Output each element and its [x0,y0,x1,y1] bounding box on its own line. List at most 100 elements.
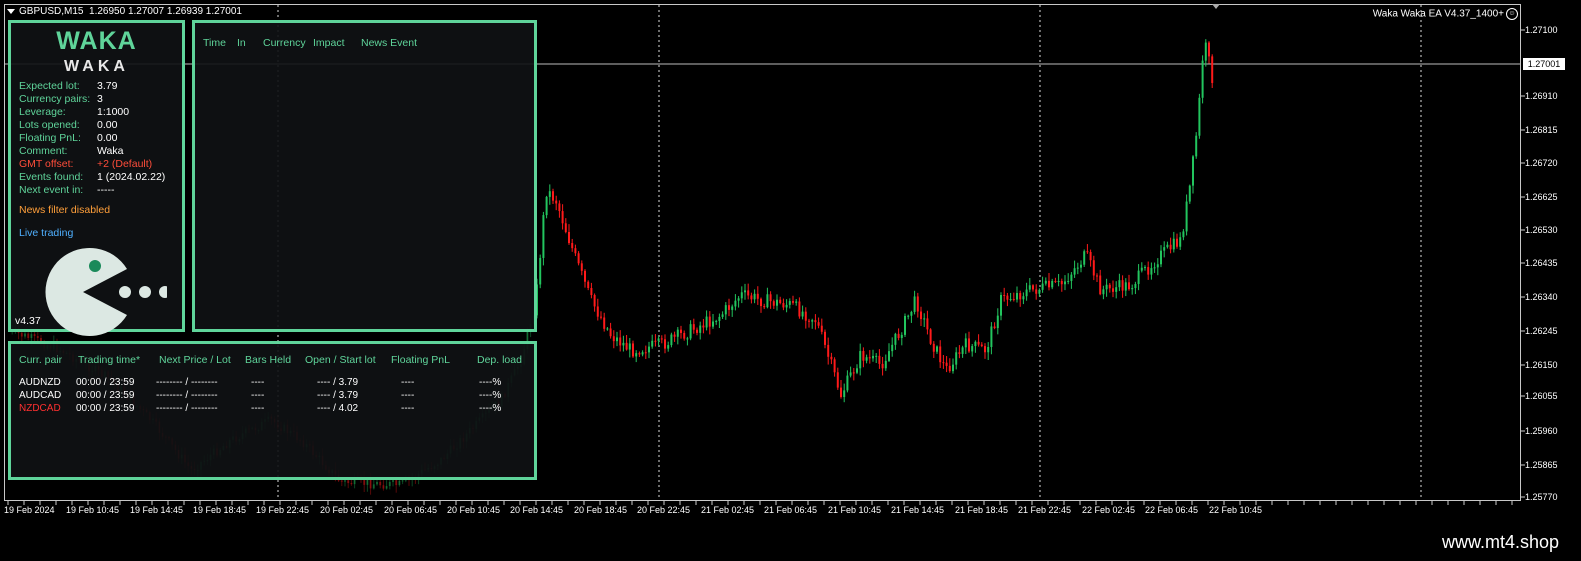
pairs-header-floating-pnl: Floating PnL [391,354,450,366]
pairs-header-bars-held: Bars Held [245,354,292,366]
time-tick-label: 20 Feb 10:45 [447,505,501,515]
candle-body [1092,260,1095,276]
candle-body [705,316,708,328]
candle-body [836,372,839,388]
candle-body [872,355,874,359]
candle-body [1044,280,1047,284]
candle-body [1118,280,1121,288]
pair-table-cell: ---- [251,377,265,388]
pair-table-cell: ----% [479,390,502,401]
candle-body [1105,284,1108,290]
candle-body [1137,270,1140,285]
candle-body [670,334,673,346]
time-tick-label: 19 Feb 18:45 [193,505,247,515]
candle-body [369,479,372,489]
candle-body [1192,156,1194,186]
candle-body [974,341,977,347]
price-tick-label: 1.26625 [1525,192,1558,202]
candle-body [1195,135,1198,157]
currency-pairs-panel: Curr. pair Trading time* Next Price / Lot B… [8,341,537,480]
candle-body [660,338,663,340]
price-tick-label: 1.26720 [1525,158,1558,168]
candle-body [926,318,929,330]
candle-body [692,324,695,330]
dropdown-triangle-icon[interactable] [7,8,15,14]
candle-body [936,346,938,352]
candle-body [952,364,954,372]
time-tick-label: 22 Feb 06:45 [1145,505,1199,515]
current-price-label: 1.27001 [1523,58,1565,70]
info-row: Expected lot: 3.79 [19,80,117,92]
candle-body [1179,237,1182,247]
pair-table-cell: 00:00 / 23:59 [76,390,135,401]
info-value: 1 (2024.02.22) [97,171,166,183]
candle-body [552,191,554,201]
candle-body [1134,284,1137,289]
candle-body [644,352,647,354]
candle-body [388,481,391,487]
candle-body [564,223,567,233]
candle-body [852,372,855,374]
time-tick-label: 19 Feb 22:45 [256,505,310,515]
candle-body [958,352,961,354]
candle-body [1016,293,1018,300]
pacman-logo-icon [45,248,167,336]
info-row: Comment: Waka [19,145,123,157]
pair-table-cell: ---- / 4.02 [317,403,359,414]
candle-body [1128,282,1130,290]
pairs-header-open-lot: Open / Start lot [305,354,376,366]
candle-body [1025,289,1028,297]
candle-body [641,352,644,355]
candle-body [1099,275,1102,295]
candle-body [904,315,906,335]
candle-body [753,293,756,300]
pairs-header-next-price: Next Price / Lot [159,354,231,366]
candle-body [980,344,983,347]
candle-body [635,353,638,357]
candle-body [1172,238,1175,250]
candle-body [1067,280,1070,282]
candle-body [961,347,964,354]
candle-body [545,196,548,216]
time-tick-label: 19 Feb 14:45 [130,505,184,515]
time-tick-label: 21 Feb 14:45 [891,505,945,515]
candle-body [1070,274,1073,281]
candle-body [750,295,753,300]
pair-table-cell: ---- [251,390,265,401]
candle-body [584,270,586,282]
candle-body [795,301,798,303]
info-value: 3 [97,93,103,105]
time-tick-label: 20 Feb 22:45 [637,505,691,515]
info-value: +2 (Default) [97,158,153,170]
candle-body [593,295,596,307]
candle-body [817,322,820,326]
candle-body [718,316,721,321]
candle-body [1060,281,1063,285]
candle-body [1182,231,1185,238]
price-tick-label: 1.27100 [1525,25,1558,35]
time-tick-label: 20 Feb 02:45 [320,505,374,515]
pair-table-cell: ---- [401,390,415,401]
pair-name-cell[interactable]: AUDCAD [19,390,61,401]
news-header-event: News Event [361,37,418,49]
shift-marker-icon [1212,4,1220,9]
time-tick-label: 22 Feb 10:45 [1209,505,1263,515]
candle-body [398,480,401,486]
pair-table-cell: -------- / -------- [156,403,218,414]
candle-body [606,328,609,330]
candle-body [683,332,686,339]
time-tick-label: 22 Feb 02:45 [1082,505,1136,515]
candle-body [1102,289,1105,295]
expert-advisor-label[interactable]: Waka Waka EA V4.37_1400+ ☺ [1373,8,1518,20]
candle-body [846,375,849,391]
candle-body [680,329,682,333]
candle-body [772,301,775,306]
candle-body [1076,267,1079,269]
pair-name-cell[interactable]: AUDNZD [19,377,61,388]
price-tick-label: 1.26435 [1525,258,1558,268]
info-value: ----- [97,184,115,196]
candle-body [568,232,570,244]
pair-name-cell[interactable]: NZDCAD [19,403,61,414]
news-events-panel: Time In Currency Impact News Event [192,20,537,332]
candle-body [542,215,545,258]
